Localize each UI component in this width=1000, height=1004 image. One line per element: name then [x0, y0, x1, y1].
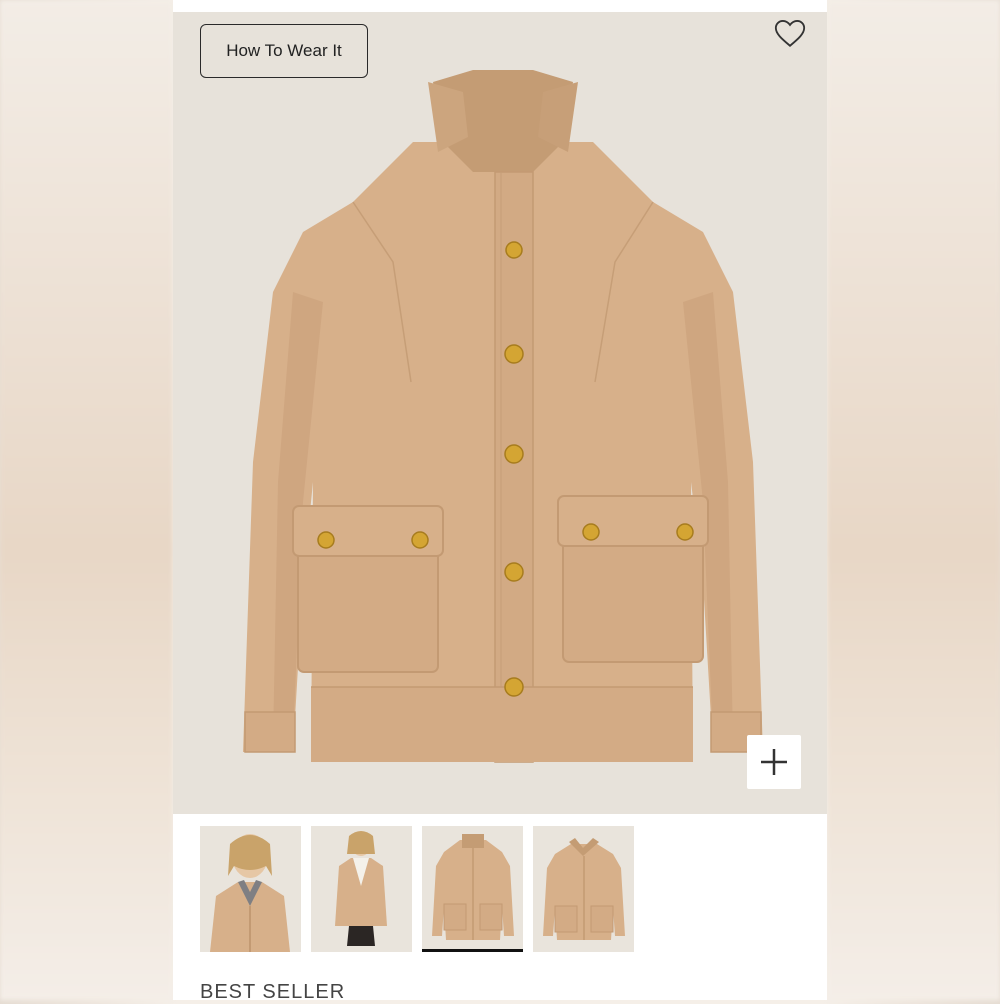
- zoom-plus-button[interactable]: [747, 735, 801, 789]
- best-seller-badge: BEST SELLER: [200, 981, 346, 1003]
- product-gallery-panel: How To Wear It BEST SELLER: [173, 0, 827, 1003]
- heart-icon[interactable]: [773, 16, 807, 50]
- how-to-wear-it-button[interactable]: How To Wear It: [200, 24, 368, 78]
- hero-image[interactable]: How To Wear It: [173, 12, 827, 814]
- thumbnail-strip: [200, 826, 634, 952]
- thumbnail-product-front[interactable]: [422, 826, 523, 952]
- thumbnail-product-collar-down[interactable]: [533, 826, 634, 952]
- plus-icon: [761, 749, 787, 775]
- thumbnail-model-full-outfit[interactable]: [311, 826, 412, 952]
- thumbnail-model-front-closeup[interactable]: [200, 826, 301, 952]
- jacket-image: [243, 70, 763, 763]
- blurred-background-right: [827, 0, 1000, 1000]
- blurred-background-left: [0, 0, 173, 1000]
